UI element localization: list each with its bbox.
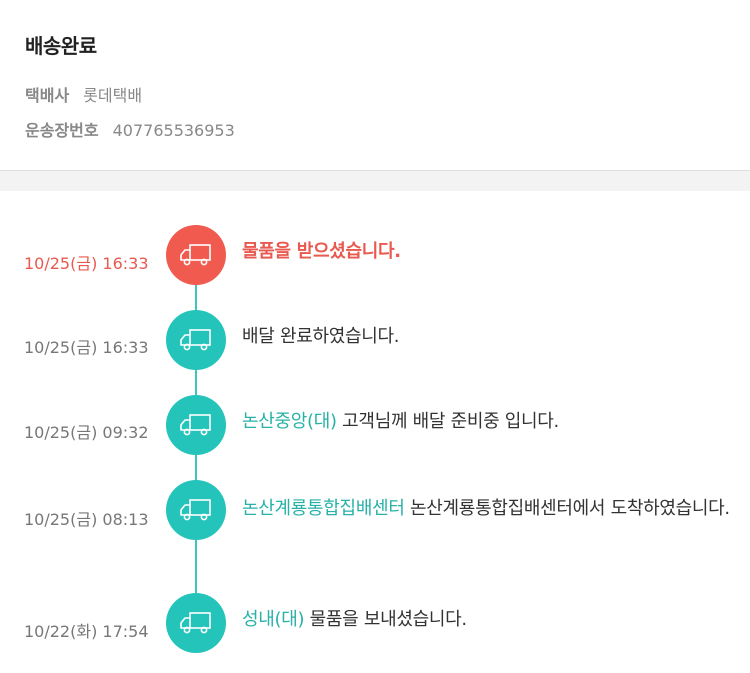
- truck-icon: [180, 244, 211, 266]
- truck-icon: [180, 329, 211, 351]
- truck-icon: [180, 414, 211, 436]
- event-status-circle: [166, 480, 226, 540]
- delivery-status-title: 배송완료: [25, 34, 97, 58]
- courier-row: 택배사 롯데택배: [25, 82, 142, 106]
- event-time: 10/22(화) 17:54: [24, 622, 149, 641]
- event-time: 10/25(금) 09:32: [24, 423, 149, 442]
- courier-value: 롯데택배: [83, 86, 143, 105]
- truck-icon: [180, 499, 211, 521]
- event-text: 배달 완료하였습니다.: [242, 326, 400, 347]
- event-status-circle: [166, 225, 226, 285]
- event-time: 10/25(금) 16:33: [24, 254, 149, 273]
- event-message: 배달 완료하였습니다.: [242, 324, 737, 350]
- tracking-number: 407765536953: [112, 121, 235, 140]
- event-location: 논산중앙(대): [242, 411, 337, 432]
- event-time: 10/25(금) 08:13: [24, 510, 149, 529]
- event-message: 물품을 받으셨습니다.: [242, 239, 737, 265]
- event-status-circle: [166, 310, 226, 370]
- event-message: 성내(대) 물품을 보내셨습니다.: [242, 607, 737, 633]
- tracking-label: 운송장번호: [25, 121, 99, 140]
- section-divider: [0, 171, 750, 191]
- event-location: 논산계룡통합집배센터: [242, 498, 405, 519]
- event-location: 성내(대): [242, 609, 305, 630]
- event-status-circle: [166, 395, 226, 455]
- event-text: 물품을 받으셨습니다.: [242, 241, 401, 262]
- event-status-circle: [166, 593, 226, 653]
- event-message: 논산중앙(대) 고객님께 배달 준비중 입니다.: [242, 409, 737, 435]
- event-text: 논산계룡통합집배센터에서 도착하였습니다.: [410, 498, 730, 519]
- event-text: 물품을 보내셨습니다.: [309, 609, 467, 630]
- tracking-row: 운송장번호 407765536953: [25, 117, 235, 141]
- event-time: 10/25(금) 16:33: [24, 338, 149, 357]
- event-text: 고객님께 배달 준비중 입니다.: [342, 411, 559, 432]
- event-message: 논산계룡통합집배센터 논산계룡통합집배센터에서 도착하였습니다.: [242, 496, 737, 522]
- courier-label: 택배사: [25, 86, 70, 105]
- truck-icon: [180, 612, 211, 634]
- delivery-header: 배송완료 택배사 롯데택배 운송장번호 407765536953: [0, 0, 750, 171]
